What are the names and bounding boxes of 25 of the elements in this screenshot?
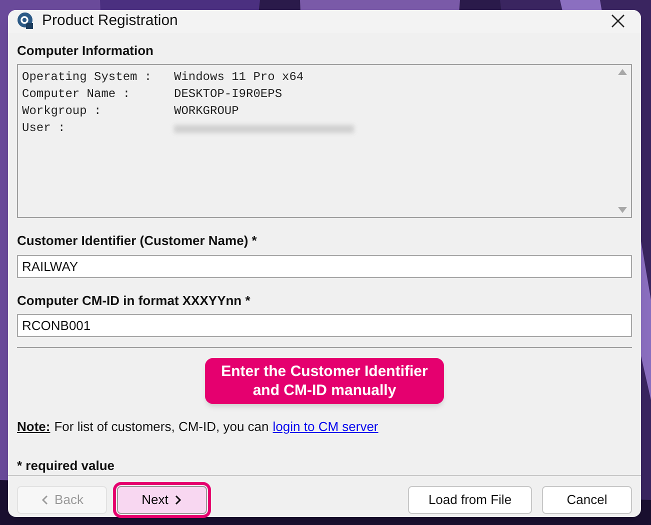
window-title: Product Registration	[42, 11, 179, 31]
input-field[interactable]: RAILWAY	[17, 254, 632, 278]
field-label: Computer CM-ID in format XXXYYnn *	[17, 292, 252, 310]
info-label: Workgroup :	[22, 103, 102, 120]
info-value: Windows 11 Pro x64	[174, 69, 304, 86]
dialog-button[interactable]: Load from File	[408, 486, 532, 514]
info-label: Operating System :	[22, 69, 153, 86]
info-value: DESKTOP-I9R0EPS	[174, 86, 282, 103]
scroll-down-icon[interactable]	[618, 207, 627, 213]
note-text: For list of customers, CM-ID, you can	[54, 418, 269, 436]
required-hint: * required value	[17, 456, 116, 475]
callout: Enter the Customer Identifier and CM-ID manually	[205, 358, 444, 404]
info-label: User :	[22, 120, 66, 137]
dialog-button[interactable]: Cancel	[542, 486, 632, 514]
chevron-right-icon	[174, 494, 182, 504]
section-heading: Computer Information	[17, 42, 154, 60]
chevron-left-icon	[40, 494, 49, 504]
note-label: Note:	[17, 418, 50, 436]
input-field[interactable]: RCONB001	[17, 314, 632, 337]
info-value: WORKGROUP	[174, 103, 239, 120]
info-label: Computer Name :	[22, 86, 132, 103]
close-icon[interactable]	[611, 14, 625, 28]
field-label: Customer Identifier (Customer Name) *	[17, 232, 258, 250]
scroll-up-icon[interactable]	[618, 69, 627, 75]
server-login-link[interactable]: login to CM server	[272, 417, 378, 436]
